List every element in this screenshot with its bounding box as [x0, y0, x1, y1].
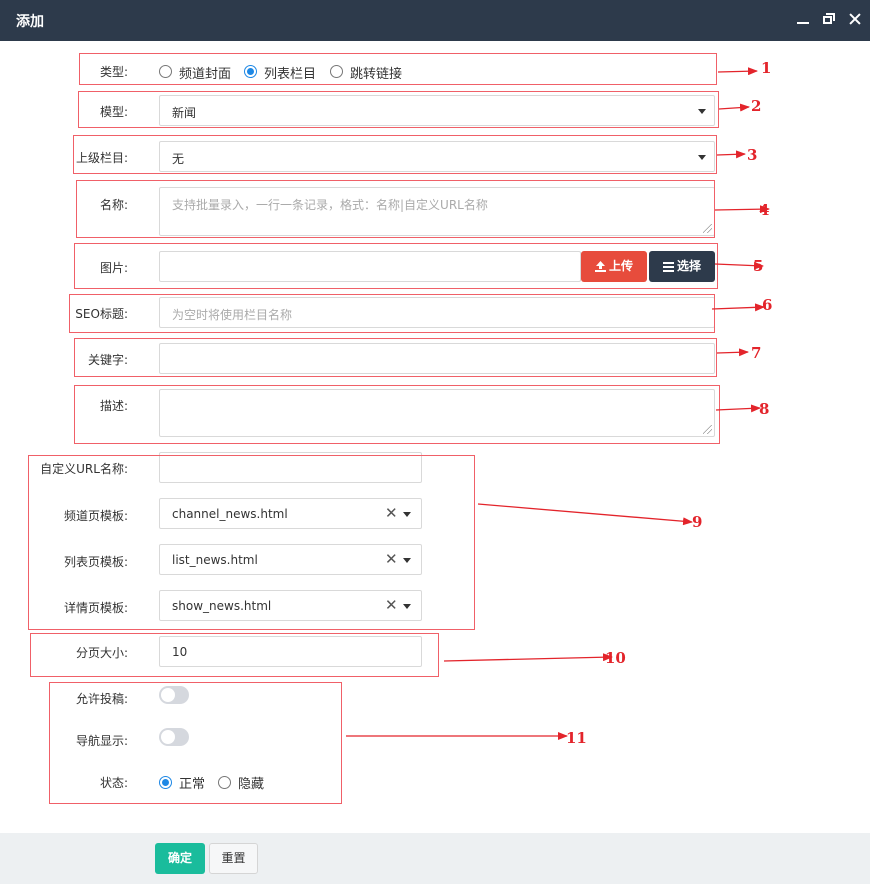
- annotation-number-3: 3: [747, 146, 758, 164]
- annotation-number-7: 7: [751, 344, 762, 362]
- arrow-8: [715, 404, 761, 413]
- arrow-9: [477, 503, 693, 526]
- arrow-10: [443, 653, 613, 662]
- annotation-number-11: 11: [566, 729, 587, 747]
- annotation-number-4: 4: [759, 201, 770, 219]
- annotation-number-8: 8: [759, 400, 770, 418]
- arrow-2: [718, 103, 750, 112]
- annotation-number-10: 10: [605, 649, 626, 667]
- arrow-6: [711, 303, 765, 312]
- annotation-number-6: 6: [762, 296, 773, 314]
- annotation-arrows: [346, 67, 770, 740]
- annotation-number-2: 2: [751, 97, 762, 115]
- arrow-3: [716, 150, 746, 159]
- annotation-number-1: 1: [761, 59, 772, 77]
- arrow-7: [716, 348, 749, 357]
- arrow-1: [717, 67, 758, 76]
- annotation-number-5: 5: [753, 257, 764, 275]
- annotation-number-9: 9: [692, 513, 703, 531]
